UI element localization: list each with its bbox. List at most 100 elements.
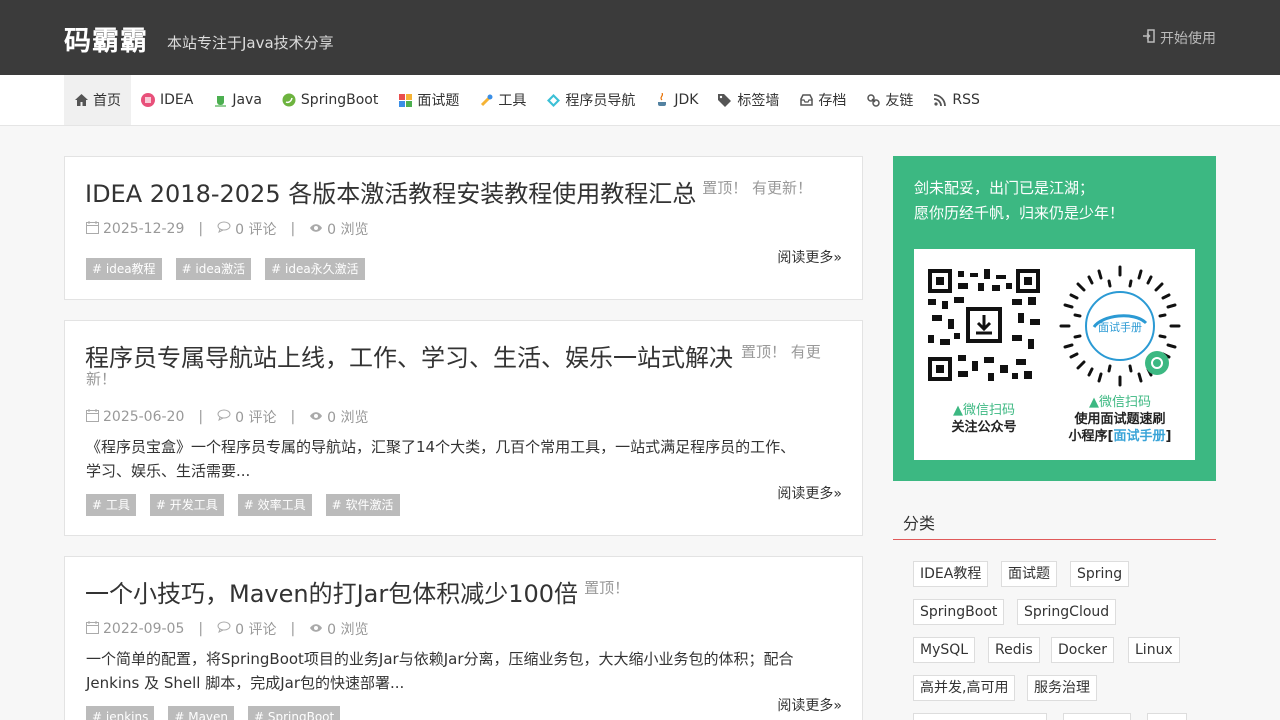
tag-link[interactable]: # 开发工具 (149, 494, 224, 516)
read-more-link[interactable]: 阅读更多» (777, 483, 842, 503)
tag-link[interactable]: # idea教程 (86, 258, 162, 280)
excerpt-line: 一个简单的配置，将SpringBoot项目的业务Jar与依赖Jar分离，压缩业务… (86, 650, 794, 668)
post-date: 2022-09-05 (103, 621, 185, 637)
post-tags: # 工具 # 开发工具 # 效率工具 # 软件激活 (86, 494, 400, 516)
read-more-link[interactable]: 阅读更多» (777, 695, 842, 715)
nav-item-links[interactable]: 友链 (856, 75, 923, 125)
nav-item-interview[interactable]: 面试题 (388, 75, 469, 125)
nav-item-tags[interactable]: 标签墙 (708, 75, 789, 125)
nav-item-tools[interactable]: 工具 (469, 75, 536, 125)
pinned-flag: 置顶！ (584, 579, 630, 597)
nav-label: 首页 (93, 93, 121, 109)
nav-label: 存档 (818, 93, 847, 109)
nav-item-springboot[interactable]: SpringBoot (272, 75, 388, 125)
site-header: 码霸霸 本站专注于Java技术分享 开始使用 (0, 0, 1280, 75)
java-icon (213, 93, 227, 107)
comment-icon (217, 221, 231, 237)
excerpt-line: Jenkins 及 Shell 脚本，完成Jar包的快速部署... (86, 674, 405, 692)
tag-link[interactable]: # idea永久激活 (265, 258, 365, 280)
eye-icon (309, 621, 323, 637)
nav-item-home[interactable]: 首页 (64, 75, 131, 125)
nav-item-navigation[interactable]: 程序员导航 (536, 75, 645, 125)
category-tag[interactable]: MySQL (913, 637, 976, 663)
promo-line: 剑未配妥，出门已是江湖； (914, 179, 1095, 197)
nav-item-idea[interactable]: IDEA (131, 75, 203, 125)
category-tag[interactable]: SpringCloud (1017, 599, 1117, 625)
category-tag[interactable]: 面试题 (1001, 561, 1057, 587)
rss-icon (933, 93, 947, 107)
category-tag[interactable] (913, 713, 1047, 720)
scan-hint: ▲微信扫码 (953, 403, 1015, 418)
post-card: 程序员专属导航站上线，工作、学习、生活、娱乐一站式解决 置顶！ 有更 新！ 20… (64, 320, 863, 536)
category-tag[interactable]: Spring (1070, 561, 1130, 587)
tag-link[interactable]: # jenkins (86, 706, 155, 720)
tags-icon (718, 93, 732, 107)
tag-link[interactable]: # 软件激活 (325, 494, 400, 516)
scan-hint: ▲微信扫码 (1089, 395, 1151, 410)
tag-link[interactable]: # 工具 (86, 494, 136, 516)
tag-link[interactable]: # Maven (168, 706, 235, 720)
tag-link[interactable]: # idea激活 (175, 258, 252, 280)
wechat-official-account-qr-code (928, 269, 1040, 381)
post-views: 0 浏览 (327, 222, 369, 238)
tools-icon (479, 93, 493, 107)
promo-widget: 剑未配妥，出门已是江湖； 愿你历经千帆，归来仍是少年！ 面试手册 ▲微信扫码 关… (893, 156, 1216, 481)
post-title[interactable]: IDEA 2018-2025 各版本激活教程安装教程使用教程汇总 (85, 180, 696, 208)
post-comments[interactable]: 0 评论 (235, 219, 276, 239)
category-tag[interactable]: Redis (988, 637, 1040, 663)
nav-label: 标签墙 (737, 93, 780, 109)
nav-label: JDK (674, 92, 699, 108)
post-card: IDEA 2018-2025 各版本激活教程安装教程使用教程汇总 置顶！ 有更新！… (64, 156, 863, 300)
post-title-link[interactable]: 程序员专属导航站上线，工作、学习、生活、娱乐一站式解决 (85, 343, 733, 373)
category-tag[interactable]: IDEA教程 (913, 561, 989, 587)
category-tag[interactable]: Docker (1051, 637, 1115, 663)
promo-line: 愿你历经千帆，归来仍是少年！ (914, 204, 1125, 222)
site-logo[interactable]: 码霸霸 (64, 19, 148, 58)
category-title: 分类 (903, 514, 936, 533)
nav-item-rss[interactable]: RSS (923, 75, 990, 125)
pinned-flag: 置顶！ 有更新！ (702, 179, 812, 197)
category-tag[interactable] (1063, 713, 1131, 720)
category-widget-header: 分类 (893, 500, 1216, 540)
post-meta: 2025-12-29 | 0 评论 | 0 浏览 (86, 219, 369, 239)
category-tag[interactable]: 高并发,高可用 (913, 675, 1016, 701)
post-views: 0 浏览 (327, 622, 369, 638)
nav-item-jdk[interactable]: JDK (645, 75, 708, 125)
category-tag[interactable]: SpringBoot (913, 599, 1005, 625)
promo-motto: 剑未配妥，出门已是江湖； 愿你历经千帆，归来仍是少年！ (914, 176, 1124, 226)
post-title-link[interactable]: IDEA 2018-2025 各版本激活教程安装教程使用教程汇总 置顶！ 有更新！ (85, 179, 812, 209)
main-nav: 首页 IDEA Java SpringBoot 面试题 工具 程序员导航 JDK… (0, 75, 1280, 126)
mini-program-qr-code: 面试手册 (1059, 265, 1181, 387)
comment-icon (217, 621, 231, 637)
post-tags: # jenkins # Maven # SpringBoot (86, 706, 341, 720)
post-comments[interactable]: 0 评论 (235, 619, 276, 639)
category-tag[interactable] (1147, 713, 1187, 720)
mini-program-name: 小程序[面试手册] (1068, 429, 1172, 444)
post-title[interactable]: 程序员专属导航站上线，工作、学习、生活、娱乐一站式解决 (85, 344, 733, 372)
read-more-link[interactable]: 阅读更多» (777, 247, 842, 267)
post-title[interactable]: 一个小技巧，Maven的打Jar包体积减少100倍 (85, 580, 578, 608)
comment-icon (217, 409, 231, 425)
nav-label: IDEA (160, 92, 194, 108)
nav-label: 友链 (885, 93, 914, 109)
post-title-link[interactable]: 一个小技巧，Maven的打Jar包体积减少100倍 置顶！ (85, 579, 629, 609)
post-excerpt: 一个简单的配置，将SpringBoot项目的业务Jar与依赖Jar分离，压缩业务… (86, 647, 846, 695)
spring-icon (282, 93, 296, 107)
category-tag[interactable]: 服务治理 (1027, 675, 1097, 701)
tag-link[interactable]: # 效率工具 (237, 494, 312, 516)
nav-label: SpringBoot (300, 92, 379, 108)
post-comments[interactable]: 0 评论 (235, 407, 276, 427)
nav-label: RSS (952, 92, 980, 108)
start-button[interactable]: 开始使用 (1142, 28, 1216, 48)
tag-link[interactable]: # SpringBoot (248, 706, 341, 720)
interview-icon (398, 93, 412, 107)
post-date: 2025-12-29 (103, 221, 185, 237)
link-icon (866, 93, 880, 107)
post-excerpt: 《程序员宝盒》一个程序员专属的导航站，汇聚了14个大类，几百个常用工具，一站式满… (86, 435, 846, 483)
mini-program-link[interactable]: 面试手册 (1113, 429, 1165, 444)
nav-item-java[interactable]: Java (203, 75, 272, 125)
pinned-flag-line1: 置顶！ 有更 (741, 343, 821, 361)
category-tag[interactable]: Linux (1128, 637, 1180, 663)
home-icon (74, 93, 88, 107)
nav-item-archive[interactable]: 存档 (789, 75, 856, 125)
